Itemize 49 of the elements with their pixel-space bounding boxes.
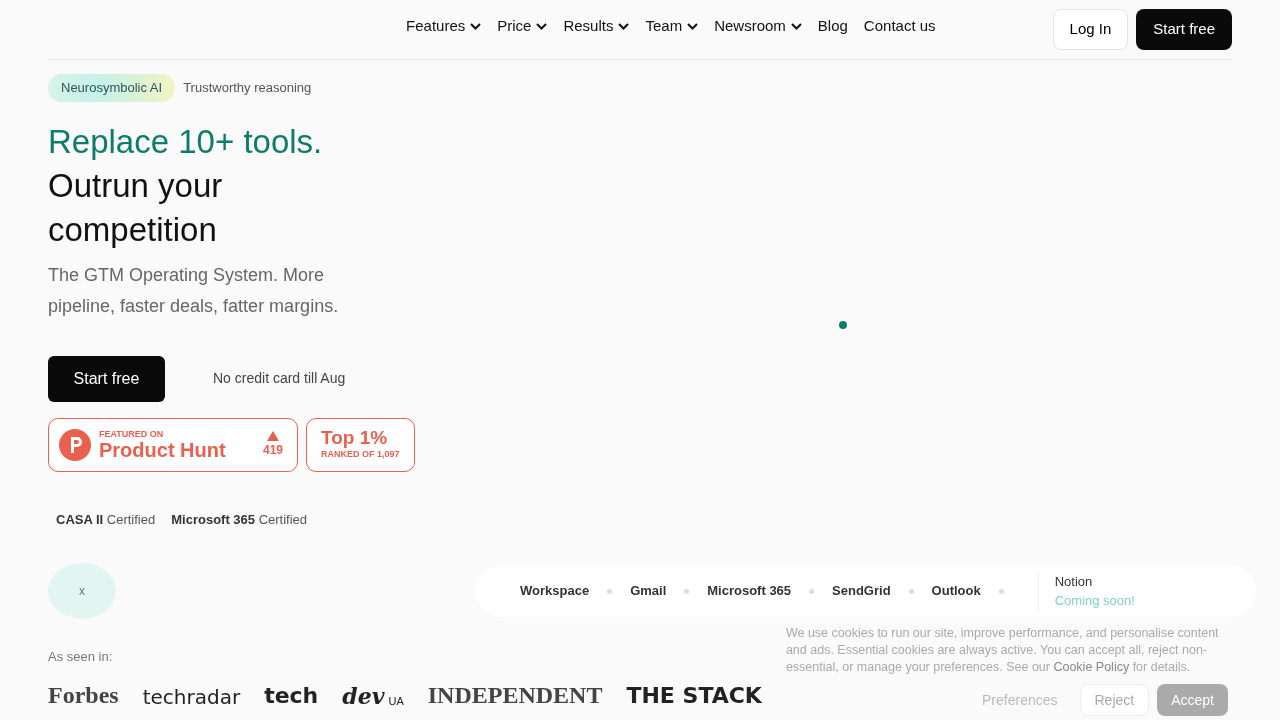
- product-hunt-name: Product Hunt: [99, 438, 226, 461]
- press-logo: INDEPENDENT: [427, 682, 603, 707]
- integration-name: Microsoft 365: [707, 582, 792, 601]
- nav-link[interactable]: Contact us: [863, 15, 936, 38]
- press-logo: THE STACK: [626, 684, 762, 707]
- nav-link[interactable]: Team: [645, 15, 699, 38]
- separator-dot: [908, 588, 914, 594]
- nav-link[interactable]: Newsroom: [714, 15, 802, 38]
- rank-title: Top 1%: [321, 427, 389, 448]
- separator-dot: [809, 588, 815, 594]
- start-free-button[interactable]: Start free: [48, 355, 165, 402]
- start-free-button[interactable]: Start free: [1136, 9, 1232, 50]
- integration-name: Notion: [1054, 572, 1094, 591]
- note-text: No credit card till Aug: [213, 369, 346, 388]
- login-button[interactable]: Log In: [1052, 9, 1129, 50]
- press-logo: Forbes: [48, 682, 119, 707]
- integration-name: Gmail: [630, 582, 667, 601]
- integration-name: Outlook: [931, 582, 981, 601]
- press-logo: dev: [342, 684, 385, 707]
- nav-link[interactable]: Blog: [817, 15, 848, 38]
- featured-label: FEATURED ON: [99, 428, 165, 439]
- press-logo: tech: [264, 684, 319, 707]
- press-label: As seen in:: [48, 648, 114, 666]
- subtitle: The GTM Operating System. More pipeline, faster deals, fatter margins.: [48, 263, 340, 318]
- product-hunt-icon: [59, 428, 91, 461]
- certification: CASA II Certified: [56, 510, 156, 529]
- nav-link[interactable]: Features: [406, 15, 482, 38]
- coming-soon-label: Coming soon!: [1054, 592, 1135, 610]
- headline: Outrun your competition: [48, 165, 224, 250]
- integration-name: Workspace: [520, 582, 590, 601]
- nav-link[interactable]: Price: [497, 15, 548, 38]
- certification: Microsoft 365 Certified: [171, 510, 308, 529]
- cookie-text: We use cookies to run our site, improve performance, and personalise content and ads. Essential cookies are always active. You can accept all, reject non-essential, or manage your preferences. See our Cookie Policy for details.: [785, 625, 1220, 676]
- nav-link[interactable]: Results: [563, 15, 630, 38]
- tag-badge: Neurosymbolic AI: [48, 74, 176, 102]
- tagline-text: Trustworthy reasoning: [183, 79, 312, 97]
- separator-dot: [998, 588, 1004, 594]
- separator-dot: [684, 588, 690, 594]
- press-logo-suffix: UA: [388, 695, 404, 707]
- press-logo: techradar: [142, 686, 241, 707]
- integration-name: SendGrid: [832, 582, 891, 601]
- separator-dot: [607, 588, 613, 594]
- headline-accent: Replace 10+ tools.: [48, 121, 324, 162]
- cookie-policy-link[interactable]: Cookie Policy: [1053, 660, 1130, 674]
- rank-subtitle: RANKED OF 1,097: [321, 448, 400, 461]
- upvote-icon: [267, 430, 279, 441]
- loading-dot: [839, 321, 847, 329]
- vote-count: 419: [262, 441, 283, 459]
- close-button[interactable]: x: [48, 563, 116, 619]
